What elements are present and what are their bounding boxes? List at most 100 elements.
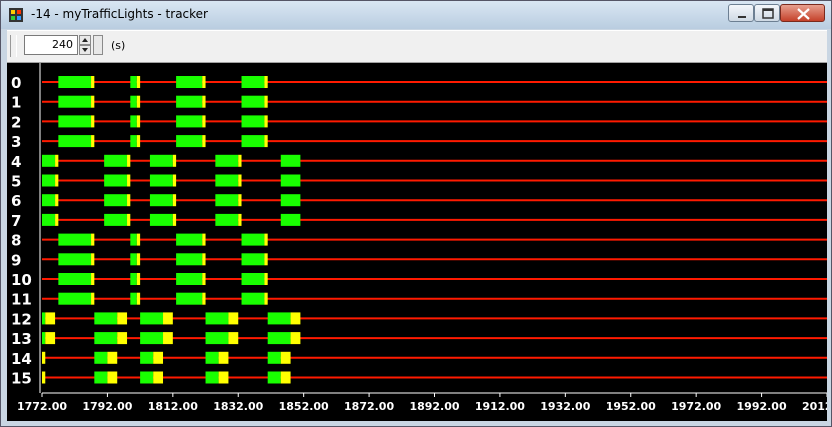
track-13-segment-1 [45,332,56,345]
track-label-9: 9 [11,251,21,269]
track-8-segment-4 [176,233,203,246]
track-14-segment-7 [267,351,281,364]
tracker-canvas: 01234567891011121314151772.00 1792.00 1812… [7,63,827,413]
track-9-segment-3 [136,253,141,266]
track-11-segment-0 [58,292,92,305]
x-tick-label-11: 1992.00 [737,400,787,413]
close-button[interactable] [780,4,825,22]
track-1-segment-1 [91,95,95,108]
track-5-segment-8 [280,174,301,187]
track-4-segment-8 [280,154,301,167]
track-14-segment-2 [107,351,118,364]
track-9-segment-1 [91,253,95,266]
unit-label: (s) [111,39,126,52]
track-2-segment-4 [176,115,203,128]
track-0-segment-6 [241,76,265,88]
arrow-down-icon [82,48,88,52]
track-label-10: 10 [11,271,32,289]
track-13-segment-4 [140,332,164,345]
track-1-segment-6 [241,95,265,108]
track-7-segment-2 [104,213,128,226]
tracker-plot[interactable]: 0 1 2 3 4 5 6 7 8 9 10 11 12 13 14 15 1772.00 1792.00 1812… [7,63,827,421]
track-3-segment-7 [264,135,268,148]
track-7-segment-1 [55,213,59,226]
track-5-segment-0 [42,174,56,187]
track-12-segment-4 [140,312,164,325]
track-12-segment-0 [42,312,46,325]
track-label-7: 7 [11,212,21,230]
spin-down-button[interactable] [79,45,91,55]
track-1-segment-0 [58,95,92,108]
track-5-segment-1 [55,174,59,187]
track-7-segment-4 [149,213,173,226]
track-13-segment-6 [205,332,229,345]
track-4-segment-4 [149,154,173,167]
track-6-segment-6 [215,194,239,207]
track-8-segment-0 [58,233,92,246]
time-window-spinner [79,35,91,55]
track-9-segment-5 [202,253,206,266]
track-12-segment-2 [94,312,118,325]
x-tick-label-9: 1952.00 [606,400,656,413]
track-8-segment-1 [91,233,95,246]
track-label-8: 8 [11,232,21,250]
track-11-segment-2 [130,292,137,305]
toolbar: 240 (s) [7,30,827,63]
track-4-segment-0 [42,154,56,167]
track-10-segment-1 [91,273,95,285]
track-8-segment-3 [136,233,141,246]
track-10-segment-6 [241,273,265,285]
track-0-segment-2 [130,76,137,88]
track-1-segment-3 [136,95,141,108]
track-15-segment-6 [218,371,229,384]
x-tick-label-8: 1932.00 [540,400,590,413]
track-2-segment-3 [136,115,141,128]
toolbar-grip[interactable] [10,35,17,57]
track-12-segment-9 [290,312,301,325]
track-10-segment-4 [176,273,203,285]
track-4-segment-7 [238,154,242,167]
track-label-13: 13 [11,330,32,348]
maximize-button[interactable] [754,4,780,22]
app-icon [9,8,23,22]
track-6-segment-0 [42,194,56,207]
track-10-segment-7 [264,273,268,285]
track-1-segment-5 [202,95,206,108]
scroll-stepper[interactable] [93,35,103,55]
track-7-segment-6 [215,213,239,226]
track-3-segment-5 [202,135,206,148]
track-7-segment-0 [42,213,56,226]
track-8-segment-6 [241,233,265,246]
track-label-0: 0 [11,74,21,92]
track-3-segment-3 [136,135,141,148]
minimize-button[interactable] [728,4,754,22]
time-window-value: 240 [52,38,73,51]
track-14-segment-4 [153,351,164,364]
track-0-segment-1 [91,76,95,88]
x-tick-label-6: 1892.00 [409,400,459,413]
arrow-up-icon [82,38,88,42]
track-3-segment-6 [241,135,265,148]
title-bar[interactable]: -14 - myTrafficLights - tracker [1,1,831,29]
spin-up-button[interactable] [79,35,91,45]
track-7-segment-5 [172,213,177,226]
track-12-segment-8 [267,312,291,325]
track-2-segment-1 [91,115,95,128]
time-window-input[interactable]: 240 [24,35,78,55]
track-6-segment-2 [104,194,128,207]
track-6-segment-1 [55,194,59,207]
track-14-segment-8 [280,351,291,364]
track-10-segment-0 [58,273,92,285]
track-6-segment-5 [172,194,177,207]
track-3-segment-1 [91,135,95,148]
track-15-segment-8 [280,371,291,384]
track-6-segment-4 [149,194,173,207]
track-7-segment-7 [238,213,242,226]
track-9-segment-4 [176,253,203,266]
track-9-segment-0 [58,253,92,266]
track-10-segment-3 [136,273,141,285]
track-14-segment-0 [42,351,46,364]
track-3-segment-2 [130,135,137,148]
track-2-segment-5 [202,115,206,128]
track-4-segment-1 [55,154,59,167]
